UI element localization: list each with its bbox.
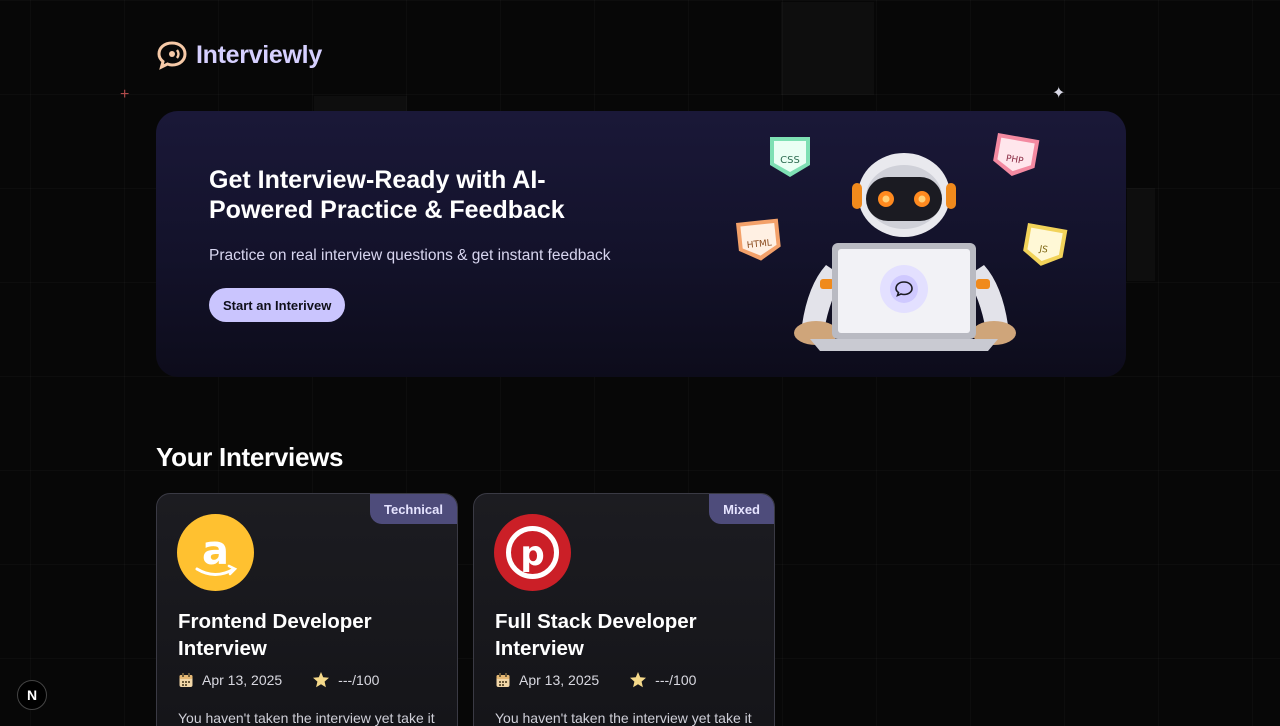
- bg-grid-square: [1127, 188, 1155, 281]
- svg-text:CSS: CSS: [780, 155, 800, 166]
- interview-score: ---/100: [655, 672, 697, 688]
- bg-grid-square: [781, 2, 874, 95]
- html-tag-icon: HTML: [736, 218, 781, 261]
- interview-date: Apr 13, 2025: [202, 672, 283, 688]
- robot-illustration: CSS PHP HTML JS: [736, 133, 1068, 351]
- brand-logo[interactable]: Interviewly: [156, 40, 322, 70]
- page: + ✦ Interviewly Get Interview-Ready with…: [0, 0, 1280, 726]
- dev-tools-badge[interactable]: N: [17, 680, 47, 710]
- interview-title: Full Stack Developer Interview: [495, 610, 697, 660]
- hero-subtitle: Practice on real interview questions & g…: [209, 247, 611, 264]
- interview-meta: Apr 13, 2025 ---/100: [178, 671, 379, 689]
- sparkle-icon: +: [120, 86, 130, 103]
- amazon-logo-icon: a: [177, 514, 254, 591]
- interview-meta: Apr 13, 2025 ---/100: [495, 671, 696, 689]
- hero-title: Get Interview-Ready with AI-Powered Prac…: [209, 166, 565, 224]
- brand-name: Interviewly: [196, 40, 322, 69]
- interview-card[interactable]: Technical a Frontend Developer Interview…: [156, 493, 458, 726]
- calendar-icon: [179, 673, 193, 687]
- hero-banner: Get Interview-Ready with AI-Powered Prac…: [156, 111, 1126, 377]
- interview-title: Frontend Developer Interview: [178, 610, 372, 660]
- section-title: Your Interviews: [156, 442, 344, 472]
- interview-score: ---/100: [338, 672, 380, 688]
- star-icon: [630, 672, 647, 688]
- interview-date: Apr 13, 2025: [519, 672, 600, 688]
- interview-type-badge: Technical: [369, 494, 457, 524]
- pinterest-logo-icon: p: [494, 514, 571, 591]
- sparkle-icon: ✦: [1052, 85, 1066, 102]
- bg-grid-square: [314, 96, 407, 111]
- chat-bubble-icon: [157, 41, 187, 70]
- interview-description: You haven't taken the interview yet take…: [495, 710, 752, 726]
- star-icon: [313, 672, 330, 688]
- interview-description: You haven't taken the interview yet take…: [178, 710, 435, 726]
- js-tag-icon: JS: [1023, 223, 1068, 266]
- svg-text:a: a: [202, 528, 229, 574]
- php-tag-icon: PHP: [993, 133, 1040, 177]
- start-interview-button[interactable]: Start an Interivew: [209, 288, 346, 322]
- calendar-icon: [496, 673, 510, 687]
- interview-type-badge: Mixed: [709, 494, 774, 524]
- interview-card[interactable]: Mixed p Full Stack Developer Interview A…: [473, 493, 775, 726]
- css-tag-icon: CSS: [770, 137, 810, 177]
- svg-text:p: p: [520, 534, 544, 574]
